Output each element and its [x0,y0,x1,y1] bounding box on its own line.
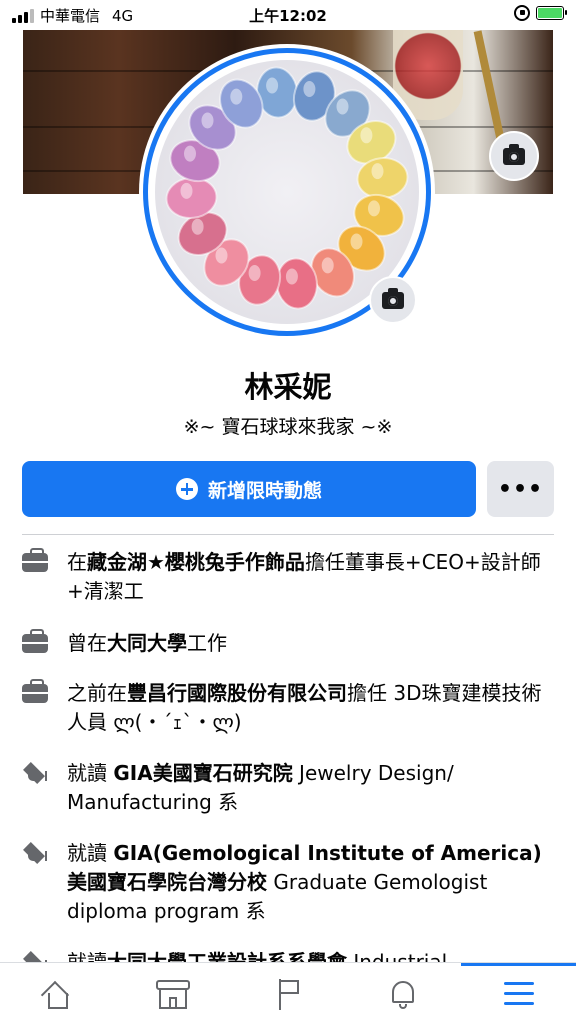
bottom-nav [0,962,576,1024]
camera-icon [503,143,525,165]
gemstone-highlight [360,127,373,144]
gemstone-highlight [191,218,204,235]
info-link[interactable]: 豐昌行國際股份有限公司 [127,681,347,705]
gemstone-highlight [285,268,298,285]
info-text: 曾在大同大學工作 [67,631,227,655]
gemstone-highlight [336,98,349,115]
bell-icon [388,978,418,1010]
store-icon [155,979,190,1009]
avatar-camera-button[interactable] [369,276,417,324]
add-story-label: 新增限時動態 [207,479,322,502]
plus-circle-icon [175,478,198,500]
info-link[interactable]: 大同大學 [107,631,187,655]
camera-icon [382,287,404,309]
status-time: 上午12:02 [249,7,327,25]
gemstone-highlight [368,200,380,217]
divider [22,534,554,535]
battery-icon [536,6,567,20]
nav-home[interactable] [0,963,115,1024]
gemstone-highlight [184,145,196,162]
flag-icon [273,978,303,1010]
nav-notifications[interactable] [345,963,460,1024]
gemstone-highlight [321,257,334,274]
gemstone-highlight [350,233,363,250]
graduation-cap-icon [22,839,50,864]
gemstone-highlight [371,163,384,180]
briefcase-icon [22,629,50,653]
gemstone-highlight [266,77,279,94]
graduation-cap-icon [22,759,50,784]
profile-bio: ※~ 寶石球球來我家 ~※ [183,416,393,438]
gemstone-highlight [215,247,228,264]
info-text: 在藏金湖★櫻桃兔手作飾品擔任董事長+CEO+設計師+清潔工 [67,550,541,603]
add-story-button[interactable]: 新增限時動態 [22,461,476,517]
info-link[interactable]: 藏金湖★櫻桃兔手作飾品 [87,550,305,574]
menu-icon [503,982,534,1006]
gemstone-highlight [303,81,316,97]
briefcase-icon [22,679,50,703]
gemstone-highlight [201,112,214,129]
cover-camera-button[interactable] [489,131,539,181]
nav-marketplace[interactable] [115,963,230,1024]
profile-name: 林采妮 [244,370,332,404]
home-icon [40,979,74,1010]
info-text: 就讀 GIA(Gemological Institute of America)… [67,841,542,923]
gemstone-highlight [230,88,243,105]
rotation-lock-icon [514,5,530,21]
status-bar-right [514,5,567,21]
nav-pages[interactable] [230,963,345,1024]
info-text: 之前在豐昌行國際股份有限公司擔任 3D珠寶建模技術人員 ლ(・´ｪ`・ლ) [67,681,542,734]
info-text: 就讀 GIA美國寶石研究院 Jewelry Design/ Manufactur… [67,761,454,814]
more-options-button[interactable]: ••• [487,461,554,517]
status-bar: 中華電信 4G 上午12:02 [0,0,576,30]
nav-menu[interactable] [461,963,576,1024]
info-link[interactable]: GIA美國寶石研究院 [113,761,292,785]
gemstone-highlight [248,265,261,281]
gemstone-highlight [180,182,193,199]
briefcase-icon [22,548,50,572]
